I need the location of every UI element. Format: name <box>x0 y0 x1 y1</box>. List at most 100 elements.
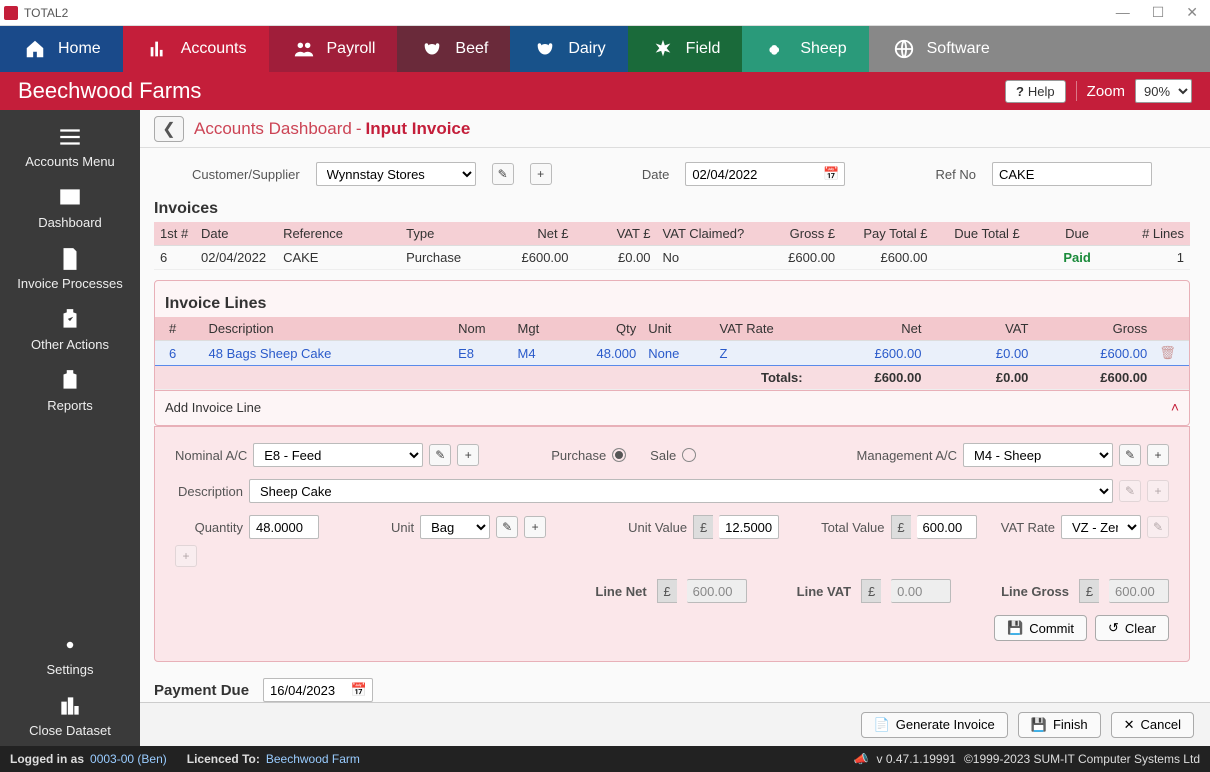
close-button[interactable]: ✕ <box>1186 4 1198 21</box>
status-lic-value: Beechwood Farm <box>266 752 360 766</box>
supplier-select[interactable]: Wynnstay Stores <box>316 162 476 186</box>
mgmt-add-button[interactable]: + <box>1147 444 1169 466</box>
lcol-vat: VAT <box>927 317 1034 341</box>
nav-home-label: Home <box>58 40 101 58</box>
help-label: Help <box>1028 84 1055 99</box>
vatrate-select[interactable]: VZ - Zero R <box>1061 515 1141 539</box>
maximize-button[interactable]: ☐ <box>1152 4 1165 21</box>
desc-select[interactable]: Sheep Cake <box>249 479 1113 503</box>
main-nav: Home Accounts Payroll Beef Dairy Field S… <box>0 26 1210 72</box>
breadcrumb-parent[interactable]: Accounts Dashboard <box>194 119 352 139</box>
titlebar: TOTAL2 — ☐ ✕ <box>0 0 1210 26</box>
linenet-value <box>687 579 747 603</box>
commit-button[interactable]: 💾 Commit <box>994 615 1087 641</box>
nominal-add-button[interactable]: + <box>457 444 479 466</box>
unit-add-button[interactable]: + <box>524 516 546 538</box>
nav-field[interactable]: Field <box>628 26 743 72</box>
sidebar-accounts-menu[interactable]: Accounts Menu <box>0 116 140 177</box>
announce-icon[interactable]: 📣 <box>854 752 869 766</box>
cancel-button[interactable]: ✕ Cancel <box>1111 712 1194 738</box>
generate-invoice-button[interactable]: 📄 Generate Invoice <box>861 712 1008 738</box>
mgmt-edit-button[interactable]: ✎ <box>1119 444 1141 466</box>
purchase-radio[interactable] <box>612 448 626 462</box>
lcell-vat: £0.00 <box>927 341 1034 366</box>
unit-edit-button[interactable]: ✎ <box>496 516 518 538</box>
desc-add-button[interactable]: + <box>1147 480 1169 502</box>
cell-net: £600.00 <box>492 246 574 270</box>
scroll-area[interactable]: Customer/Supplier Wynnstay Stores ✎ + Da… <box>140 148 1210 702</box>
lcell-desc: 48 Bags Sheep Cake <box>203 341 453 366</box>
nav-dairy[interactable]: Dairy <box>510 26 627 72</box>
cell-n: 6 <box>154 246 195 270</box>
totalval-input[interactable] <box>917 515 977 539</box>
finish-button[interactable]: 💾 Finish <box>1018 712 1101 738</box>
nav-software[interactable]: Software <box>869 26 1210 72</box>
sidebar-reports-label: Reports <box>47 398 93 413</box>
vatrate-add-button[interactable]: + <box>175 545 197 567</box>
col-1st: 1st # <box>154 222 195 246</box>
sidebar-dashboard[interactable]: Dashboard <box>0 177 140 238</box>
linegross-label: Line Gross <box>1001 584 1069 599</box>
cell-type: Purchase <box>400 246 492 270</box>
unit-select[interactable]: Bag <box>420 515 490 539</box>
sidebar-reports[interactable]: Reports <box>0 360 140 421</box>
sidebar-other-actions[interactable]: Other Actions <box>0 299 140 360</box>
invoices-header-row: 1st # Date Reference Type Net £ VAT £ VA… <box>154 222 1190 246</box>
nominal-edit-button[interactable]: ✎ <box>429 444 451 466</box>
supplier-edit-button[interactable]: ✎ <box>492 163 514 185</box>
lcell-unit: None <box>642 341 713 366</box>
nav-dairy-label: Dairy <box>568 40 605 58</box>
unitval-input[interactable] <box>719 515 779 539</box>
linegross-value <box>1109 579 1169 603</box>
sidebar-settings[interactable]: Settings <box>0 624 140 685</box>
back-button[interactable]: ❮ <box>154 116 184 142</box>
qty-input[interactable] <box>249 515 319 539</box>
unitval-label: Unit Value <box>628 520 687 535</box>
ref-input[interactable] <box>992 162 1152 186</box>
currency-badge-3: £ <box>657 579 677 603</box>
minimize-button[interactable]: — <box>1116 4 1130 21</box>
mgmt-select[interactable]: M4 - Sheep <box>963 443 1113 467</box>
invoices-title: Invoices <box>154 200 1190 218</box>
col-claimed: VAT Claimed? <box>657 222 760 246</box>
help-button[interactable]: ?Help <box>1005 80 1066 103</box>
calendar-icon-2[interactable]: 📅 <box>351 682 367 698</box>
sidebar-invoice-label: Invoice Processes <box>17 276 123 291</box>
calendar-icon[interactable]: 📅 <box>823 166 839 182</box>
delete-line-icon[interactable]: 🗑 <box>1159 345 1176 360</box>
add-invoice-line-header[interactable]: Add Invoice Line ˄ <box>155 390 1189 423</box>
sale-radio[interactable] <box>682 448 696 462</box>
nav-sheep[interactable]: Sheep <box>742 26 868 72</box>
desc-label: Description <box>175 484 243 499</box>
desc-edit-button[interactable]: ✎ <box>1119 480 1141 502</box>
sidebar-close-dataset[interactable]: Close Dataset <box>0 685 140 746</box>
mgmt-label: Management A/C <box>857 448 957 463</box>
invoice-row[interactable]: 6 02/04/2022 CAKE Purchase £600.00 £0.00… <box>154 246 1190 270</box>
col-net: Net £ <box>492 222 574 246</box>
unit-label: Unit <box>391 520 414 535</box>
clear-button[interactable]: ↺ Clear <box>1095 615 1169 641</box>
supplier-add-button[interactable]: + <box>530 163 552 185</box>
nav-payroll[interactable]: Payroll <box>269 26 398 72</box>
nav-sheep-label: Sheep <box>800 40 846 58</box>
lcell-gross: £600.00 <box>1034 341 1153 366</box>
collapse-icon[interactable]: ˄ <box>1171 399 1179 415</box>
commit-label: Commit <box>1029 621 1074 636</box>
date-input[interactable] <box>685 162 845 186</box>
nav-beef[interactable]: Beef <box>397 26 510 72</box>
ref-label: Ref No <box>936 167 976 182</box>
nav-accounts[interactable]: Accounts <box>123 26 269 72</box>
invoice-lines-box: Invoice Lines # Description Nom Mgt Qty … <box>154 280 1190 426</box>
totals-vat: £0.00 <box>927 366 1034 390</box>
linevat-value <box>891 579 951 603</box>
line-row[interactable]: 6 48 Bags Sheep Cake E8 M4 48.000 None Z… <box>155 341 1189 366</box>
sidebar-menu-label: Accounts Menu <box>25 154 115 169</box>
nav-home[interactable]: Home <box>0 26 123 72</box>
nominal-select[interactable]: E8 - Feed <box>253 443 423 467</box>
lcol-gross: Gross <box>1034 317 1153 341</box>
vatrate-edit-button[interactable]: ✎ <box>1147 516 1169 538</box>
sidebar-invoice-processes[interactable]: Invoice Processes <box>0 238 140 299</box>
qty-label: Quantity <box>175 520 243 535</box>
cell-due: Paid <box>1026 246 1129 270</box>
zoom-select[interactable]: 90% <box>1135 79 1192 103</box>
